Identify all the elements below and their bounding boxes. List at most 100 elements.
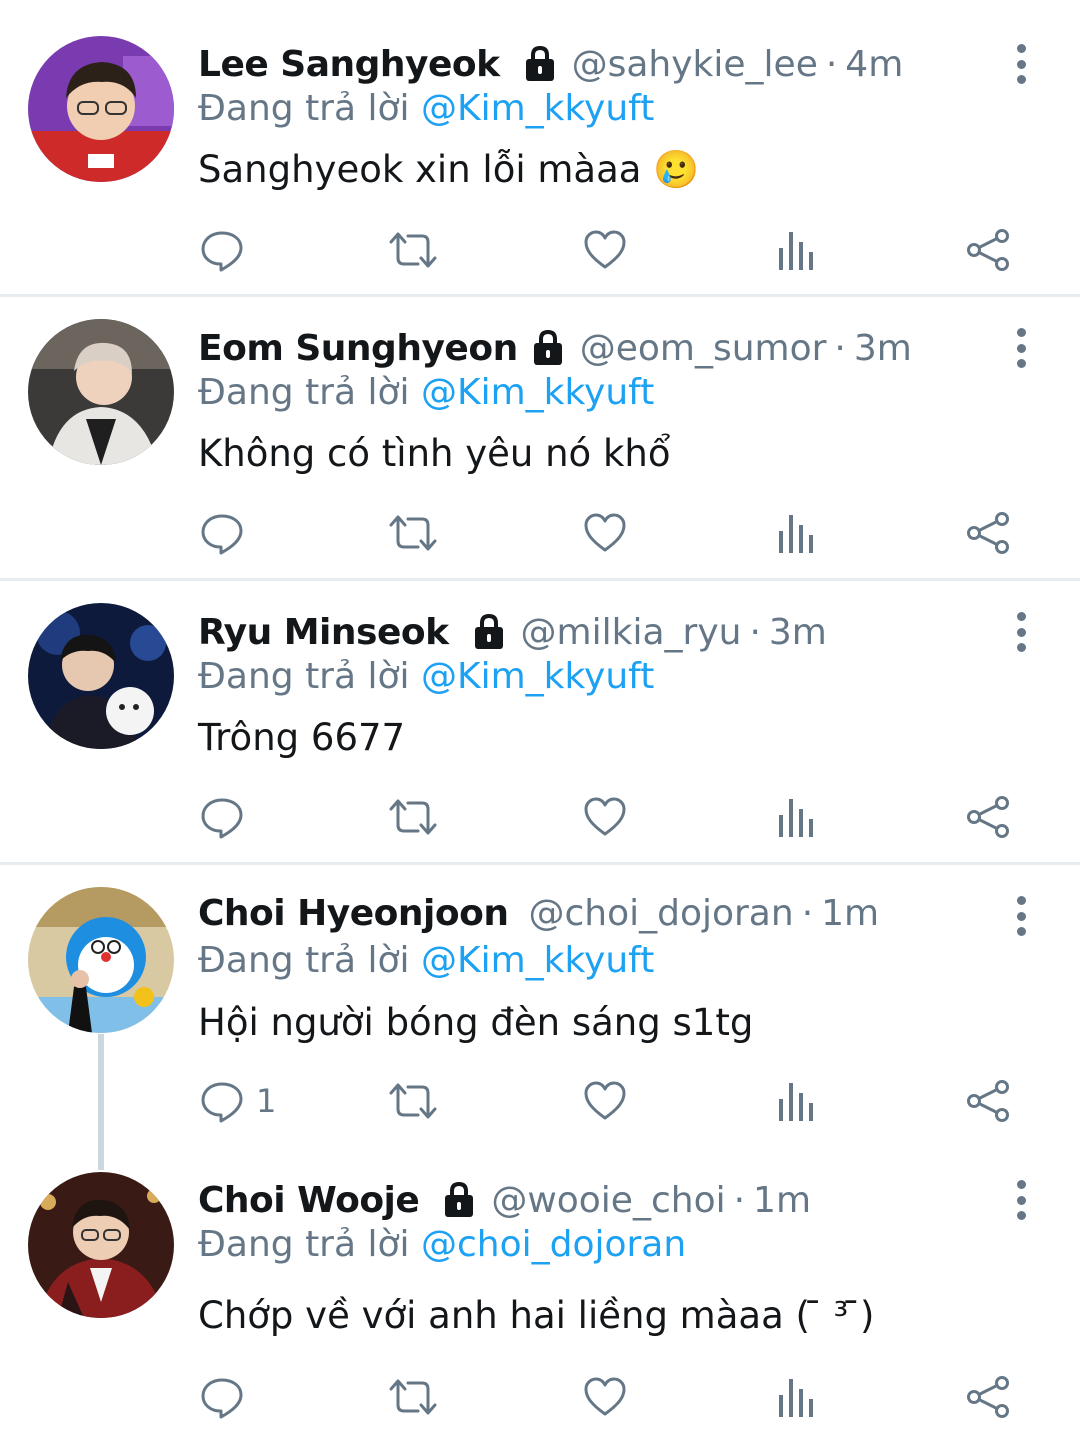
replying-to: Đang trả lời @Kim_kkyuft [198, 372, 654, 413]
share-button[interactable] [966, 792, 1010, 842]
tweet-actions [0, 1372, 1080, 1422]
separator-dot: · [834, 327, 846, 369]
separator-dot: · [749, 611, 761, 653]
replying-prefix: Đang trả lời [198, 940, 421, 981]
views-button[interactable] [776, 792, 816, 842]
tweet-actions [0, 225, 1080, 275]
like-button[interactable] [583, 1372, 627, 1422]
retweet-icon [389, 515, 437, 551]
share-button[interactable] [966, 225, 1010, 275]
replying-to: Đang trả lời @choi_dojoran [198, 1224, 686, 1265]
retweet-button[interactable] [388, 1372, 438, 1422]
replying-to: Đang trả lời @Kim_kkyuft [198, 88, 654, 129]
tweet-header: Lee Sanghyeok @sahykie_lee · 4m [198, 41, 903, 87]
share-button[interactable] [966, 1372, 1010, 1422]
retweet-button[interactable] [388, 1076, 438, 1126]
display-name[interactable]: Lee Sanghyeok [198, 44, 500, 85]
user-handle[interactable]: @choi_dojoran [528, 893, 793, 934]
more-options-icon[interactable] [1004, 612, 1038, 652]
tweet-header: Choi Hyeonjoon @choi_dojoran · 1m [198, 890, 879, 936]
avatar[interactable] [28, 36, 174, 182]
tweet[interactable]: Lee Sanghyeok @sahykie_lee · 4m Đang trả… [0, 0, 1080, 296]
reply-button[interactable] [200, 225, 256, 275]
retweet-button[interactable] [388, 792, 438, 842]
timestamp[interactable]: 3m [854, 328, 912, 369]
tweet[interactable]: Ryu Minseok @milkia_ryu · 3m Đang trả lờ… [0, 581, 1080, 864]
display-name[interactable]: Ryu Minseok [198, 612, 449, 653]
like-button[interactable] [583, 225, 627, 275]
heart-icon [584, 513, 626, 552]
share-button[interactable] [966, 1076, 1010, 1126]
reply-icon [201, 798, 243, 839]
tweet-text: Trông 6677 [198, 716, 406, 759]
reply-icon [201, 514, 243, 555]
timestamp[interactable]: 3m [769, 612, 827, 653]
retweet-icon [389, 799, 437, 835]
avatar[interactable] [28, 887, 174, 1033]
avatar[interactable] [28, 319, 174, 465]
mention-link[interactable]: @Kim_kkyuft [421, 656, 654, 697]
like-button[interactable] [583, 1076, 627, 1126]
reply-button[interactable]: 1 [200, 1076, 276, 1126]
like-button[interactable] [583, 792, 627, 842]
tweet-text: Không có tình yêu nó khổ [198, 432, 671, 475]
tweet-text: Hội người bóng đèn sáng s1tg [198, 1001, 754, 1044]
views-icon [779, 1379, 813, 1417]
mention-link[interactable]: @Kim_kkyuft [421, 88, 654, 129]
more-options-icon[interactable] [1004, 44, 1038, 84]
retweet-icon [389, 232, 437, 268]
replying-prefix: Đang trả lời [198, 1224, 421, 1265]
tweet[interactable]: Choi Wooje @wooie_choi · 1m Đang trả lời… [0, 1150, 1080, 1440]
user-handle[interactable]: @wooie_choi [491, 1180, 725, 1221]
display-name[interactable]: Choi Hyeonjoon [198, 893, 509, 934]
tweet[interactable]: Eom Sunghyeon @eom_sumor · 3m Đang trả l… [0, 297, 1080, 580]
heart-icon [584, 1081, 626, 1120]
timestamp[interactable]: 1m [753, 1180, 811, 1221]
timestamp[interactable]: 4m [845, 44, 903, 85]
views-icon [779, 799, 813, 837]
mention-link[interactable]: @choi_dojoran [421, 1224, 686, 1265]
replying-to: Đang trả lời @Kim_kkyuft [198, 940, 654, 981]
more-options-icon[interactable] [1004, 328, 1038, 368]
lock-icon [525, 45, 554, 81]
views-button[interactable] [776, 1076, 816, 1126]
share-icon [967, 229, 1009, 271]
views-button[interactable] [776, 1372, 816, 1422]
views-button[interactable] [776, 508, 816, 558]
avatar[interactable] [28, 603, 174, 749]
user-handle[interactable]: @eom_sumor [580, 328, 827, 369]
share-icon [967, 1080, 1009, 1122]
tweet-header: Choi Wooje @wooie_choi · 1m [198, 1177, 811, 1223]
tweet-feed: Lee Sanghyeok @sahykie_lee · 4m Đang trả… [0, 0, 1080, 1440]
retweet-button[interactable] [388, 225, 438, 275]
tweet-actions [0, 792, 1080, 842]
display-name[interactable]: Eom Sunghyeon [198, 328, 518, 369]
reply-button[interactable] [200, 1372, 256, 1422]
mention-link[interactable]: @Kim_kkyuft [421, 940, 654, 981]
like-button[interactable] [583, 508, 627, 558]
heart-icon [584, 1377, 626, 1416]
reply-icon [201, 1378, 243, 1419]
reply-button[interactable] [200, 792, 256, 842]
more-options-icon[interactable] [1004, 896, 1038, 936]
reply-button[interactable] [200, 508, 256, 558]
views-button[interactable] [776, 225, 816, 275]
avatar[interactable] [28, 1172, 174, 1318]
more-options-icon[interactable] [1004, 1180, 1038, 1220]
heart-icon [584, 797, 626, 836]
replying-prefix: Đang trả lời [198, 88, 421, 129]
user-handle[interactable]: @milkia_ryu [521, 612, 742, 653]
mention-link[interactable]: @Kim_kkyuft [421, 372, 654, 413]
user-handle[interactable]: @sahykie_lee [572, 44, 818, 85]
display-name[interactable]: Choi Wooje [198, 1180, 420, 1221]
share-button[interactable] [966, 508, 1010, 558]
retweet-button[interactable] [388, 508, 438, 558]
separator-dot: · [825, 43, 838, 85]
share-icon [967, 512, 1009, 554]
timestamp[interactable]: 1m [821, 893, 879, 934]
retweet-icon [389, 1083, 437, 1119]
tweet[interactable]: Choi Hyeonjoon @choi_dojoran · 1m Đang t… [0, 865, 1080, 1165]
tweet-header: Ryu Minseok @milkia_ryu · 3m [198, 609, 827, 655]
views-icon [779, 232, 813, 270]
tweet-text: Sanghyeok xin lỗi màaa 🥲 [198, 148, 700, 191]
